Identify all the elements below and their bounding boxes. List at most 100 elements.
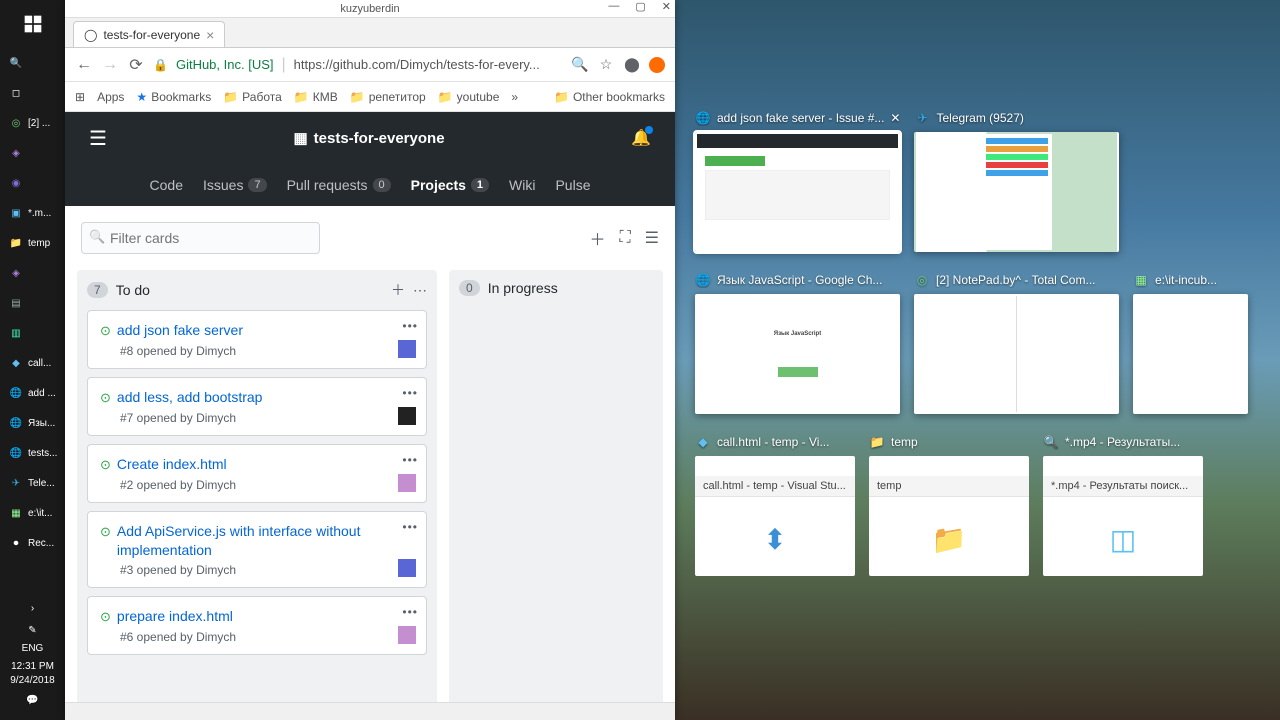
tray[interactable]: › ✎ ENG 12:31 PM 9/24/2018 💬 (0, 592, 65, 720)
filter-cards-input[interactable] (81, 222, 320, 254)
pen-icon[interactable]: ✎ (0, 620, 65, 642)
clock-time[interactable]: 12:31 PM (0, 660, 65, 674)
taskbar-search-icon[interactable]: 🔍 (0, 48, 65, 78)
bookmark-other[interactable]: 📁Other bookmarks (554, 90, 665, 104)
zoom-icon[interactable]: 🔍 (571, 56, 589, 73)
minimize-icon[interactable]: — (608, 0, 619, 13)
taskbar-item[interactable]: ◈ (0, 138, 65, 168)
bookmark-item[interactable]: ★Bookmarks (136, 90, 211, 104)
taskbar-item[interactable]: ✈Tele... (0, 468, 65, 498)
card-title-link[interactable]: prepare index.html (117, 607, 233, 626)
taskbar-item[interactable]: 📁temp (0, 228, 65, 258)
close-icon[interactable]: ✕ (890, 111, 900, 125)
star-icon[interactable]: ☆ (597, 56, 615, 73)
tray-chevron-icon[interactable]: › (0, 598, 65, 620)
nav-issues[interactable]: Issues7 (203, 177, 267, 193)
taskbar-item[interactable]: 🌐Язы... (0, 408, 65, 438)
column-menu-icon[interactable]: ⋯ (413, 282, 427, 299)
project-card[interactable]: ⊙add less, add bootstrap#7 opened by Dim… (87, 377, 427, 436)
taskview-label: Telegram (9527) (936, 111, 1023, 125)
assignee-avatar[interactable] (398, 407, 416, 425)
taskview-window[interactable]: 📁temp temp📁 (869, 434, 1029, 576)
lock-icon[interactable]: 🔒 (153, 58, 168, 72)
taskbar-item[interactable]: ▤ (0, 288, 65, 318)
taskview-window[interactable]: 🌐add json fake server - Issue #...✕ (695, 110, 900, 252)
nav-wiki[interactable]: Wiki (509, 177, 535, 193)
taskview-window[interactable]: 🔍*.mp4 - Результаты... *.mp4 - Результат… (1043, 434, 1203, 576)
card-title-link[interactable]: Add ApiService.js with interface without… (117, 522, 414, 560)
language-indicator[interactable]: ENG (0, 642, 65, 656)
ublock-icon[interactable] (649, 57, 665, 73)
taskview-window[interactable]: 🌐Язык JavaScript - Google Ch... Язык Jav… (695, 272, 900, 414)
nav-pulls[interactable]: Pull requests0 (287, 177, 391, 193)
clock-date[interactable]: 9/24/2018 (0, 674, 65, 688)
menu-icon[interactable]: ☰ (645, 228, 659, 248)
fullscreen-icon[interactable]: ⛶ (619, 229, 630, 247)
card-title-link[interactable]: add json fake server (117, 321, 243, 340)
action-center-icon[interactable]: 💬 (0, 688, 65, 714)
column-title: In progress (488, 280, 558, 296)
maximize-icon[interactable]: ▢ (635, 0, 645, 13)
hamburger-icon[interactable]: ☰ (89, 126, 107, 151)
folder-icon: 📁 (869, 434, 885, 450)
assignee-avatar[interactable] (398, 340, 416, 358)
taskbar-item[interactable]: ◉ (0, 168, 65, 198)
taskview-window[interactable]: ◆call.html - temp - Vi... call.html - te… (695, 434, 855, 576)
reload-button[interactable]: ⟳ (127, 55, 145, 75)
forward-button[interactable]: → (101, 56, 119, 74)
taskview-window[interactable]: ◎[2] NotePad.by^ - Total Com... (914, 272, 1119, 414)
project-card[interactable]: ⊙Create index.html#2 opened by Dimych••• (87, 444, 427, 503)
assignee-avatar[interactable] (398, 626, 416, 644)
project-board: 7 To do ＋ ⋯ ⊙add json fake server#8 open… (65, 270, 675, 720)
window-titlebar[interactable]: kuzyuberdin — ▢ ✕ (65, 0, 675, 18)
extension-icon[interactable]: ⬤ (623, 56, 641, 73)
taskbar-item[interactable]: ▣*.m... (0, 198, 65, 228)
back-button[interactable]: ← (75, 56, 93, 74)
close-icon[interactable]: ✕ (662, 0, 671, 13)
notepad-icon: ▦ (1133, 272, 1149, 288)
issue-open-icon: ⊙ (100, 609, 111, 625)
taskbar-item[interactable]: ◆call... (0, 348, 65, 378)
taskbar-item[interactable]: ⏺Rec... (0, 528, 65, 558)
taskbar-taskview-icon[interactable]: ◻ (0, 78, 65, 108)
project-card[interactable]: ⊙add json fake server#8 opened by Dimych… (87, 310, 427, 369)
tab-close-icon[interactable]: × (206, 27, 214, 43)
card-menu-icon[interactable]: ••• (402, 319, 418, 333)
bookmark-folder[interactable]: 📁Работа (223, 90, 282, 104)
taskbar-item[interactable]: ▥ (0, 318, 65, 348)
project-card[interactable]: ⊙prepare index.html#6 opened by Dimych••… (87, 596, 427, 655)
start-button[interactable] (0, 0, 65, 48)
card-menu-icon[interactable]: ••• (402, 520, 418, 534)
column-add-icon[interactable]: ＋ (391, 280, 405, 300)
bookmark-overflow-icon[interactable]: » (511, 90, 518, 104)
url-text[interactable]: https://github.com/Dimych/tests-for-ever… (294, 57, 563, 72)
bookmark-folder[interactable]: 📁youtube (438, 90, 500, 104)
bookmark-folder[interactable]: 📁КМВ (294, 90, 338, 104)
taskbar-item[interactable]: ▦e:\it... (0, 498, 65, 528)
project-card[interactable]: ⊙Add ApiService.js with interface withou… (87, 511, 427, 589)
taskbar-item[interactable]: ◈ (0, 258, 65, 288)
taskbar-item[interactable]: 🌐tests... (0, 438, 65, 468)
nav-projects[interactable]: Projects1 (411, 177, 489, 193)
horizontal-scrollbar[interactable] (65, 702, 675, 720)
card-menu-icon[interactable]: ••• (402, 605, 418, 619)
card-title-link[interactable]: Create index.html (117, 455, 227, 474)
taskview-window[interactable]: ▦e:\it-incub... (1133, 272, 1248, 414)
browser-tab[interactable]: ◯ tests-for-everyone × (73, 21, 225, 47)
taskbar-item[interactable]: 🌐add ... (0, 378, 65, 408)
bookmark-apps[interactable]: Apps (97, 90, 124, 104)
card-menu-icon[interactable]: ••• (402, 386, 418, 400)
taskbar-item[interactable]: ◎[2] ... (0, 108, 65, 138)
add-card-icon[interactable]: ＋ (589, 226, 605, 250)
assignee-avatar[interactable] (398, 559, 416, 577)
nav-pulse[interactable]: Pulse (555, 177, 590, 193)
repo-title[interactable]: ▦tests-for-everyone (293, 129, 444, 147)
apps-icon[interactable]: ⊞ (75, 90, 85, 104)
assignee-avatar[interactable] (398, 474, 416, 492)
card-menu-icon[interactable]: ••• (402, 453, 418, 467)
notifications-icon[interactable]: 🔔 (631, 128, 651, 148)
taskview-window[interactable]: ✈Telegram (9527) (914, 110, 1119, 252)
bookmark-folder[interactable]: 📁репетитор (350, 90, 426, 104)
nav-code[interactable]: Code (150, 177, 183, 193)
card-title-link[interactable]: add less, add bootstrap (117, 388, 263, 407)
